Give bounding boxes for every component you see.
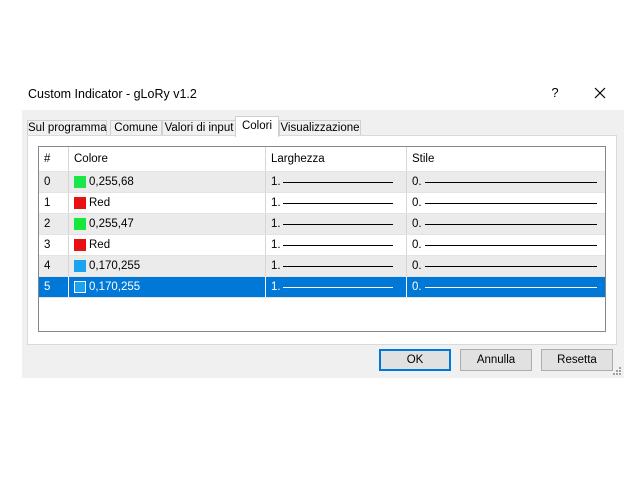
color-swatch[interactable] bbox=[74, 197, 86, 209]
color-swatch[interactable] bbox=[74, 176, 86, 188]
tab-colori[interactable]: Colori bbox=[235, 116, 279, 137]
width-line-preview bbox=[283, 224, 393, 225]
close-icon bbox=[594, 87, 606, 99]
tab-comune[interactable]: Comune bbox=[110, 120, 162, 136]
tab-valori-di-input[interactable]: Valori di input bbox=[162, 120, 236, 136]
colors-table[interactable]: # Colore Larghezza Stile 0 0,255,68 1. 0… bbox=[38, 146, 606, 332]
width-cell[interactable]: 1. bbox=[266, 256, 407, 276]
style-cell[interactable]: 0. bbox=[407, 277, 605, 297]
table-row-selected[interactable]: 5 0,170,255 1. 0. bbox=[39, 277, 605, 298]
table-row[interactable]: 1 Red 1. 0. bbox=[39, 193, 605, 214]
color-cell[interactable]: Red bbox=[69, 193, 266, 213]
title-bar[interactable]: Custom Indicator - gLoRy v1.2 ? bbox=[22, 78, 624, 110]
width-cell[interactable]: 1. bbox=[266, 172, 407, 192]
row-index-cell: 2 bbox=[39, 214, 69, 234]
width-cell[interactable]: 1. bbox=[266, 193, 407, 213]
tab-sul-programma[interactable]: Sul programma bbox=[27, 120, 107, 136]
row-index-cell: 5 bbox=[39, 277, 69, 297]
cancel-button[interactable]: Annulla bbox=[460, 349, 532, 371]
window-title: Custom Indicator - gLoRy v1.2 bbox=[28, 87, 197, 101]
color-cell[interactable]: 0,170,255 bbox=[69, 256, 266, 276]
column-header-larghezza[interactable]: Larghezza bbox=[266, 147, 407, 171]
style-line-preview bbox=[425, 224, 597, 225]
table-row[interactable]: 4 0,170,255 1. 0. bbox=[39, 256, 605, 277]
style-line-preview bbox=[425, 203, 597, 204]
color-cell[interactable]: 0,255,68 bbox=[69, 172, 266, 192]
color-cell[interactable]: 0,255,47 bbox=[69, 214, 266, 234]
color-cell[interactable]: Red bbox=[69, 235, 266, 255]
color-swatch[interactable] bbox=[74, 260, 86, 272]
width-line-preview bbox=[283, 182, 393, 183]
style-cell[interactable]: 0. bbox=[407, 193, 605, 213]
width-cell[interactable]: 1. bbox=[266, 235, 407, 255]
width-line-preview bbox=[283, 203, 393, 204]
style-line-preview bbox=[425, 245, 597, 246]
help-button[interactable]: ? bbox=[546, 83, 564, 103]
style-cell[interactable]: 0. bbox=[407, 256, 605, 276]
width-line-preview bbox=[283, 245, 393, 246]
column-header-index[interactable]: # bbox=[39, 147, 69, 171]
color-cell[interactable]: 0,170,255 bbox=[69, 277, 266, 297]
resize-grip-icon[interactable] bbox=[612, 366, 622, 376]
width-line-preview bbox=[283, 266, 393, 267]
style-cell[interactable]: 0. bbox=[407, 172, 605, 192]
color-swatch[interactable] bbox=[74, 281, 86, 293]
column-header-colore[interactable]: Colore bbox=[69, 147, 266, 171]
width-cell[interactable]: 1. bbox=[266, 214, 407, 234]
style-cell[interactable]: 0. bbox=[407, 235, 605, 255]
color-swatch[interactable] bbox=[74, 239, 86, 251]
table-row[interactable]: 0 0,255,68 1. 0. bbox=[39, 172, 605, 193]
ok-button[interactable]: OK bbox=[379, 349, 451, 371]
style-line-preview bbox=[425, 287, 597, 288]
column-header-stile[interactable]: Stile bbox=[407, 147, 605, 171]
row-index-cell: 4 bbox=[39, 256, 69, 276]
row-index-cell: 3 bbox=[39, 235, 69, 255]
colori-panel: # Colore Larghezza Stile 0 0,255,68 1. 0… bbox=[27, 135, 617, 345]
custom-indicator-dialog: Custom Indicator - gLoRy v1.2 ? Sul prog… bbox=[22, 78, 624, 378]
width-cell[interactable]: 1. bbox=[266, 277, 407, 297]
style-line-preview bbox=[425, 182, 597, 183]
width-line-preview bbox=[283, 287, 393, 288]
tab-visualizzazione[interactable]: Visualizzazione bbox=[279, 120, 361, 136]
table-row[interactable]: 2 0,255,47 1. 0. bbox=[39, 214, 605, 235]
style-cell[interactable]: 0. bbox=[407, 214, 605, 234]
style-line-preview bbox=[425, 266, 597, 267]
row-index-cell: 1 bbox=[39, 193, 69, 213]
color-swatch[interactable] bbox=[74, 218, 86, 230]
reset-button[interactable]: Resetta bbox=[541, 349, 613, 371]
table-header: # Colore Larghezza Stile bbox=[39, 147, 605, 172]
table-row[interactable]: 3 Red 1. 0. bbox=[39, 235, 605, 256]
close-button[interactable] bbox=[588, 83, 612, 105]
row-index-cell: 0 bbox=[39, 172, 69, 192]
